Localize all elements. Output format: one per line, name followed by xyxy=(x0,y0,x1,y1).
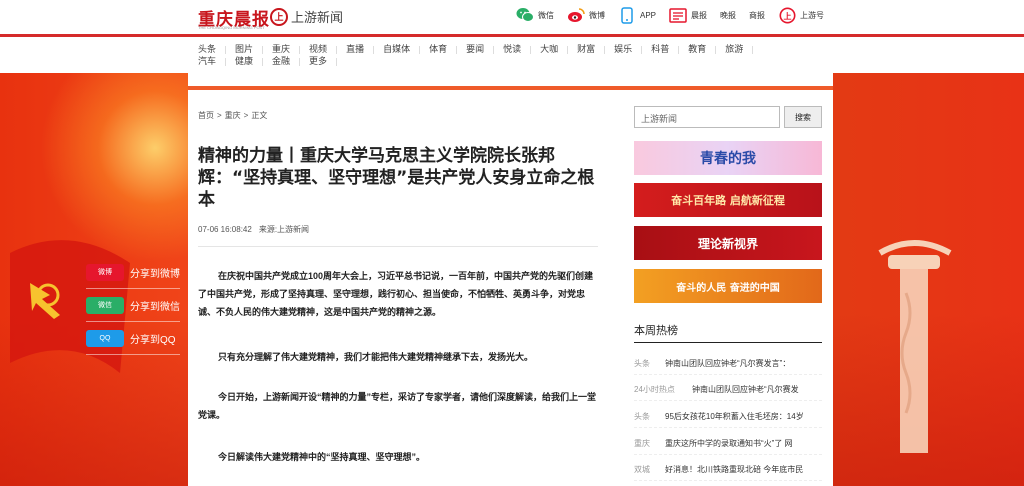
shangyou-icon: 上 xyxy=(778,6,796,24)
logo-subtitle: THE CHONGQING MORNING POST xyxy=(198,25,265,30)
hot-list-item[interactable]: 双城 好消息！北川铁路重现北碚 今年底市民 xyxy=(634,459,822,481)
nav-item-more[interactable]: 更多 xyxy=(309,55,337,67)
header-link-morning-post[interactable]: 晨报 xyxy=(669,6,707,24)
hot-item-tag: 双城 xyxy=(634,465,650,474)
nav-item-education[interactable]: 教育 xyxy=(688,43,716,55)
header-link-label: 商报 xyxy=(749,10,765,20)
hot-item-text: 好消息！北川铁路重现北碚 今年底市民 xyxy=(665,465,804,474)
header-link-label: 晨报 xyxy=(691,10,707,20)
article-meta: 07-06 16:08:42 来源:上游新闻 xyxy=(198,224,316,235)
nav-item-bigshots[interactable]: 大咖 xyxy=(540,43,568,55)
phone-icon xyxy=(618,6,636,24)
hot-item-tag: 头条 xyxy=(634,359,650,368)
nav-item-live[interactable]: 直播 xyxy=(346,43,374,55)
header-link-label: 上游号 xyxy=(800,10,824,20)
hot-list-item[interactable]: 重庆 重庆这所中学的录取通知书“火”了 网 xyxy=(634,433,822,455)
share-panel: 微博 分享到微博 微信 分享到微信 QQ 分享到QQ xyxy=(86,256,180,355)
qq-icon: QQ xyxy=(86,329,124,347)
svg-text:上: 上 xyxy=(783,11,791,21)
channel-nav-list: 头条 图片 重庆 视频 直播 自媒体 体育 要闻 悦读 大咖 财富 娱乐 科普 教育 旅游汽车 健康 金融 更多 xyxy=(198,43,798,67)
nav-item-auto[interactable]: 汽车 xyxy=(198,55,226,67)
hot-item-text: 重庆这所中学的录取通知书“火”了 网 xyxy=(665,439,793,448)
nav-item-travel[interactable]: 旅游 xyxy=(725,43,753,55)
shangyou-logo-text: 上游新闻 xyxy=(291,10,344,25)
nav-item-video[interactable]: 视频 xyxy=(309,43,337,55)
hot-list-item[interactable]: 头条 钟南山团队回应钟老“凡尔赛发言”： xyxy=(634,353,822,375)
article-source: 来源:上游新闻 xyxy=(258,225,310,234)
breadcrumb: 首页 > 重庆 > 正文 xyxy=(198,110,270,121)
header-link-label: 晚报 xyxy=(720,10,736,20)
hot-item-text: 95后女孩花10年积蓄入住毛坯房：14岁 xyxy=(665,412,804,421)
nav-item-top-news[interactable]: 要闻 xyxy=(466,43,494,55)
share-qq[interactable]: QQ 分享到QQ xyxy=(86,322,180,355)
article-divider xyxy=(198,246,598,247)
article-paragraph: 在庆祝中国共产党成立100周年大会上，习近平总书记说，一百年前，中国共产党的先驱… xyxy=(198,271,594,317)
banner-centenary[interactable]: 奋斗百年路 启航新征程 xyxy=(634,183,822,217)
nav-item-entertainment[interactable]: 娱乐 xyxy=(614,43,642,55)
banner-people[interactable]: 奋斗的人民 奋进的中国 xyxy=(634,269,822,303)
share-label: 分享到QQ xyxy=(130,334,176,346)
breadcrumb-current: 正文 xyxy=(251,111,268,120)
article-title: 精神的力量丨重庆大学马克思主义学院院长张邦辉：“坚持真理、坚守理想”是共产党人安… xyxy=(198,146,595,210)
nav-item-health[interactable]: 健康 xyxy=(235,55,263,67)
wechat-icon: 微信 xyxy=(86,296,124,314)
nav-item-photos[interactable]: 图片 xyxy=(235,43,263,55)
hot-list-item[interactable]: 头条 95后女孩花10年积蓄入住毛坯房：14岁 xyxy=(634,406,822,428)
search-input[interactable]: 上游新闻 xyxy=(634,106,780,128)
header-link-label: APP xyxy=(639,10,656,20)
weibo-icon: 微博 xyxy=(86,263,124,281)
breadcrumb-separator: > xyxy=(243,111,249,120)
share-wechat[interactable]: 微信 分享到微信 xyxy=(86,289,180,322)
channel-nav: 头条 图片 重庆 视频 直播 自媒体 体育 要闻 悦读 大咖 财富 娱乐 科普 教育 旅游汽车 健康 金融 更多 xyxy=(0,37,1024,73)
breadcrumb-chongqing[interactable]: 重庆 xyxy=(225,111,241,120)
nav-item-chongqing[interactable]: 重庆 xyxy=(272,43,300,55)
header-link-label: 微信 xyxy=(537,10,554,20)
banner-youth[interactable]: 青春的我 xyxy=(634,141,822,175)
nav-item-science[interactable]: 科普 xyxy=(651,43,679,55)
share-weibo[interactable]: 微博 分享到微博 xyxy=(86,256,180,289)
search-button[interactable]: 搜索 xyxy=(784,106,822,128)
nav-item-sports[interactable]: 体育 xyxy=(429,43,457,55)
hot-item-tag: 24小时热点 xyxy=(634,385,675,394)
article-time: 07-06 16:08:42 xyxy=(198,225,252,234)
nav-item-wealth[interactable]: 财富 xyxy=(577,43,605,55)
article-paragraph: 今日开始，上游新闻开设“精神的力量”专栏，采访了专家学者，请他们深度解读，给我们… xyxy=(198,392,597,420)
hot-item-text: 钟南山团队回应钟老“凡尔赛发言”： xyxy=(665,359,791,368)
breadcrumb-home[interactable]: 首页 xyxy=(198,111,214,120)
shangyou-logo-icon: 上 xyxy=(270,7,288,26)
article-paragraph: 今日解读伟大建党精神中的“坚持真理、坚守理想”。 xyxy=(218,452,426,462)
hot-list-divider xyxy=(634,342,822,343)
header-link-evening-post[interactable]: 晚报 xyxy=(720,10,736,21)
header-link-wechat[interactable]: 微信 xyxy=(516,6,554,24)
breadcrumb-separator: > xyxy=(217,111,222,120)
hot-item-tag: 头条 xyxy=(634,412,650,421)
header-link-weibo[interactable]: 微博 xyxy=(567,6,605,24)
nav-item-headlines[interactable]: 头条 xyxy=(198,43,226,55)
hot-list-title: 本周热榜 xyxy=(634,325,678,337)
weibo-icon xyxy=(567,6,585,24)
nav-item-reading[interactable]: 悦读 xyxy=(503,43,531,55)
header-link-business-post[interactable]: 商报 xyxy=(749,10,765,21)
nav-item-finance[interactable]: 金融 xyxy=(272,55,300,67)
wechat-icon xyxy=(516,6,534,24)
hot-item-tag: 重庆 xyxy=(634,439,650,448)
header-link-shangyou-hao[interactable]: 上 上游号 xyxy=(778,6,824,24)
share-label: 分享到微信 xyxy=(130,301,180,313)
newspaper-icon xyxy=(669,6,687,24)
share-label: 分享到微博 xyxy=(130,268,180,280)
shangyou-news-logo[interactable]: 上 上游新闻 xyxy=(270,7,343,26)
hot-list-item[interactable]: 24小时热点 钟南山团队回应钟老“凡尔赛发 xyxy=(634,379,822,401)
nav-item-self-media[interactable]: 自媒体 xyxy=(383,43,420,55)
banner-theory[interactable]: 理论新视界 xyxy=(634,226,822,260)
card-top-strip xyxy=(188,73,833,90)
header-link-app[interactable]: APP xyxy=(618,6,656,24)
hot-item-text: 钟南山团队回应钟老“凡尔赛发 xyxy=(692,385,799,394)
header-link-label: 微博 xyxy=(588,10,605,20)
article-paragraph: 只有充分理解了伟大建党精神，我们才能把伟大建党精神继承下去，发扬光大。 xyxy=(218,352,534,362)
top-header: 重庆晨报 THE CHONGQING MORNING POST 上 上游新闻 微… xyxy=(0,0,1024,34)
header-links: 微信 微博 APP 晨报 晚报 商报 上 上游号 xyxy=(503,6,824,24)
huabiao-pillar-decoration xyxy=(878,240,952,453)
